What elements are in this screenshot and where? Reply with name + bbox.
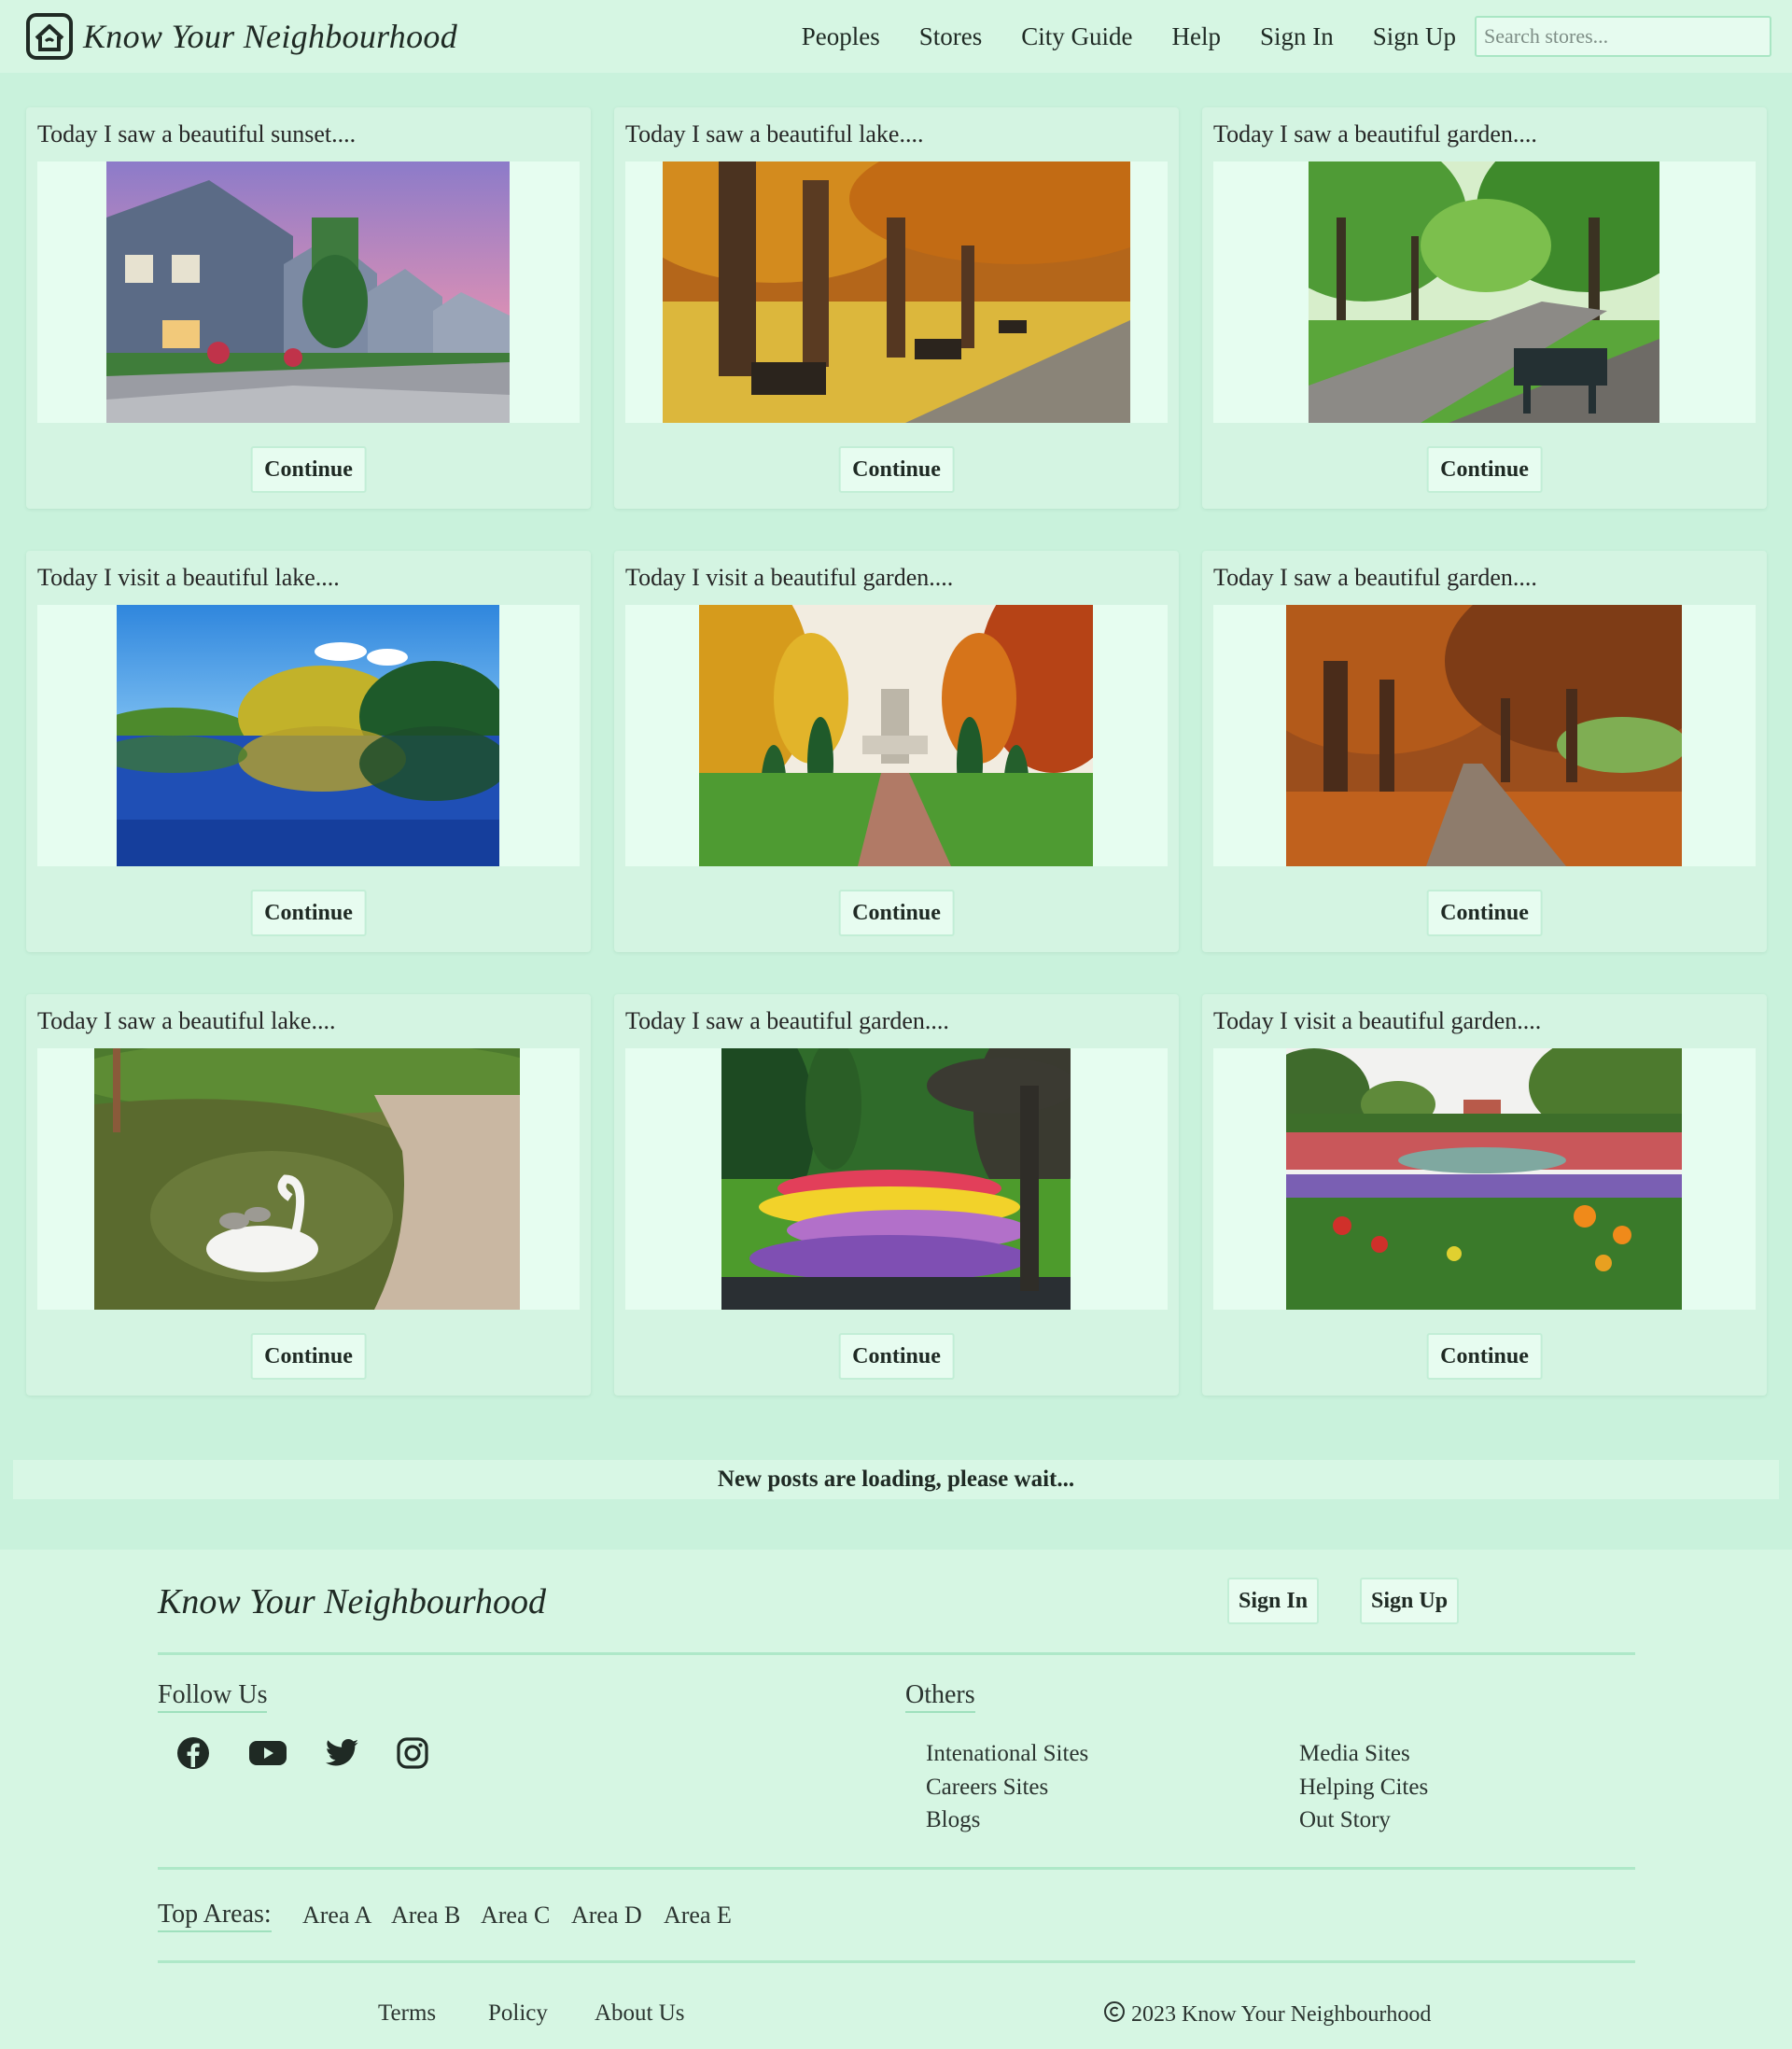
post-title: Today I saw a beautiful garden.... [1213, 120, 1537, 147]
image-frame [1213, 161, 1756, 423]
continue-button[interactable]: Continue [838, 1333, 955, 1380]
nav-stores[interactable]: Stores [919, 22, 983, 51]
post-card: Today I saw a beautiful lake.... Continu… [26, 994, 591, 1396]
post-card: Today I saw a beautiful garden.... Conti… [614, 994, 1179, 1396]
nav-sign-in[interactable]: Sign In [1260, 22, 1334, 51]
area-link[interactable]: Area D [571, 1902, 642, 1930]
footer-brand: Know Your Neighbourhood [158, 1582, 546, 1621]
copyright-text: 2023 Know Your Neighbourhood [1131, 2002, 1432, 2027]
youtube-icon[interactable] [247, 1733, 288, 1774]
post-image [699, 605, 1093, 866]
image-frame [1213, 605, 1756, 866]
post-card: Today I visit a beautiful lake.... Conti… [26, 551, 591, 952]
post-image [663, 161, 1130, 423]
post-title: Today I visit a beautiful garden.... [625, 564, 954, 591]
copyright-icon [1103, 2000, 1126, 2029]
footer-link-helping-cites[interactable]: Helping Cites [1299, 1775, 1428, 1801]
continue-button[interactable]: Continue [838, 890, 955, 936]
image-frame [625, 605, 1168, 866]
house-logo-icon [25, 12, 74, 61]
post-image [1286, 605, 1682, 866]
post-image [94, 1048, 520, 1310]
continue-button[interactable]: Continue [1426, 446, 1543, 493]
instagram-icon[interactable] [392, 1733, 433, 1774]
footer-link-about-us[interactable]: About Us [595, 2000, 685, 2027]
post-image [1286, 1048, 1682, 1310]
image-frame [625, 1048, 1168, 1310]
footer-divider [158, 1652, 1635, 1655]
post-image [721, 1048, 1071, 1310]
image-frame [625, 161, 1168, 423]
continue-button[interactable]: Continue [250, 890, 367, 936]
image-frame [37, 1048, 580, 1310]
nav-city-guide[interactable]: City Guide [1021, 22, 1132, 51]
post-title: Today I saw a beautiful lake.... [37, 1007, 336, 1034]
post-title: Today I saw a beautiful garden.... [625, 1007, 949, 1034]
post-card: Today I visit a beautiful garden.... Con… [1202, 994, 1767, 1396]
post-card: Today I saw a beautiful garden.... Conti… [1202, 107, 1767, 509]
post-card: Today I saw a beautiful garden.... Conti… [1202, 551, 1767, 952]
post-card: Today I saw a beautiful lake.... Continu… [614, 107, 1179, 509]
footer: Know Your Neighbourhood Sign In Sign Up … [0, 1550, 1792, 2049]
post-title: Today I visit a beautiful garden.... [1213, 1007, 1542, 1034]
post-image [1309, 161, 1659, 423]
loading-message: New posts are loading, please wait... [13, 1460, 1779, 1499]
continue-button[interactable]: Continue [250, 1333, 367, 1380]
continue-button[interactable]: Continue [838, 446, 955, 493]
post-card: Today I saw a beautiful sunset.... Conti… [26, 107, 591, 509]
others-heading: Others [905, 1680, 975, 1713]
continue-button[interactable]: Continue [1426, 1333, 1543, 1380]
post-title: Today I saw a beautiful garden.... [1213, 564, 1537, 591]
post-image [106, 161, 510, 423]
post-title: Today I visit a beautiful lake.... [37, 564, 340, 591]
post-image [117, 605, 499, 866]
footer-sign-in-button[interactable]: Sign In [1227, 1578, 1320, 1624]
continue-button[interactable]: Continue [1426, 890, 1543, 936]
nav-peoples[interactable]: Peoples [802, 22, 880, 51]
footer-link-international-sites[interactable]: Intenational Sites [926, 1741, 1088, 1767]
footer-link-careers-sites[interactable]: Careers Sites [926, 1775, 1048, 1801]
continue-button[interactable]: Continue [250, 446, 367, 493]
footer-link-policy[interactable]: Policy [488, 2000, 548, 2027]
area-link[interactable]: Area E [664, 1902, 732, 1930]
footer-link-media-sites[interactable]: Media Sites [1299, 1741, 1410, 1767]
nav-sign-up[interactable]: Sign Up [1373, 22, 1456, 51]
post-title: Today I saw a beautiful lake.... [625, 120, 924, 147]
search-input[interactable] [1475, 16, 1771, 57]
area-link[interactable]: Area C [481, 1902, 550, 1930]
copyright: 2023 Know Your Neighbourhood [1103, 2000, 1431, 2029]
top-areas-label: Top Areas: [158, 1900, 272, 1932]
twitter-icon[interactable] [322, 1733, 363, 1774]
area-link[interactable]: Area A [302, 1902, 371, 1930]
footer-link-our-story[interactable]: Out Story [1299, 1807, 1391, 1833]
nav-links: Peoples Stores City Guide Help Sign In S… [763, 22, 1456, 51]
image-frame [37, 605, 580, 866]
footer-divider [158, 1867, 1635, 1870]
image-frame [1213, 1048, 1756, 1310]
footer-sign-up-button[interactable]: Sign Up [1360, 1578, 1460, 1624]
follow-us-heading: Follow Us [158, 1680, 268, 1713]
footer-divider [158, 1960, 1635, 1963]
footer-link-terms[interactable]: Terms [378, 2000, 436, 2027]
brand-link[interactable]: Know Your Neighbourhood [25, 12, 457, 61]
navbar: Know Your Neighbourhood Peoples Stores C… [0, 0, 1792, 73]
area-link[interactable]: Area B [391, 1902, 460, 1930]
post-card: Today I visit a beautiful garden.... Con… [614, 551, 1179, 952]
facebook-icon[interactable] [173, 1733, 214, 1774]
post-title: Today I saw a beautiful sunset.... [37, 120, 357, 147]
image-frame [37, 161, 580, 423]
nav-help[interactable]: Help [1171, 22, 1220, 51]
footer-link-blogs[interactable]: Blogs [926, 1807, 980, 1833]
brand-title: Know Your Neighbourhood [83, 18, 458, 55]
